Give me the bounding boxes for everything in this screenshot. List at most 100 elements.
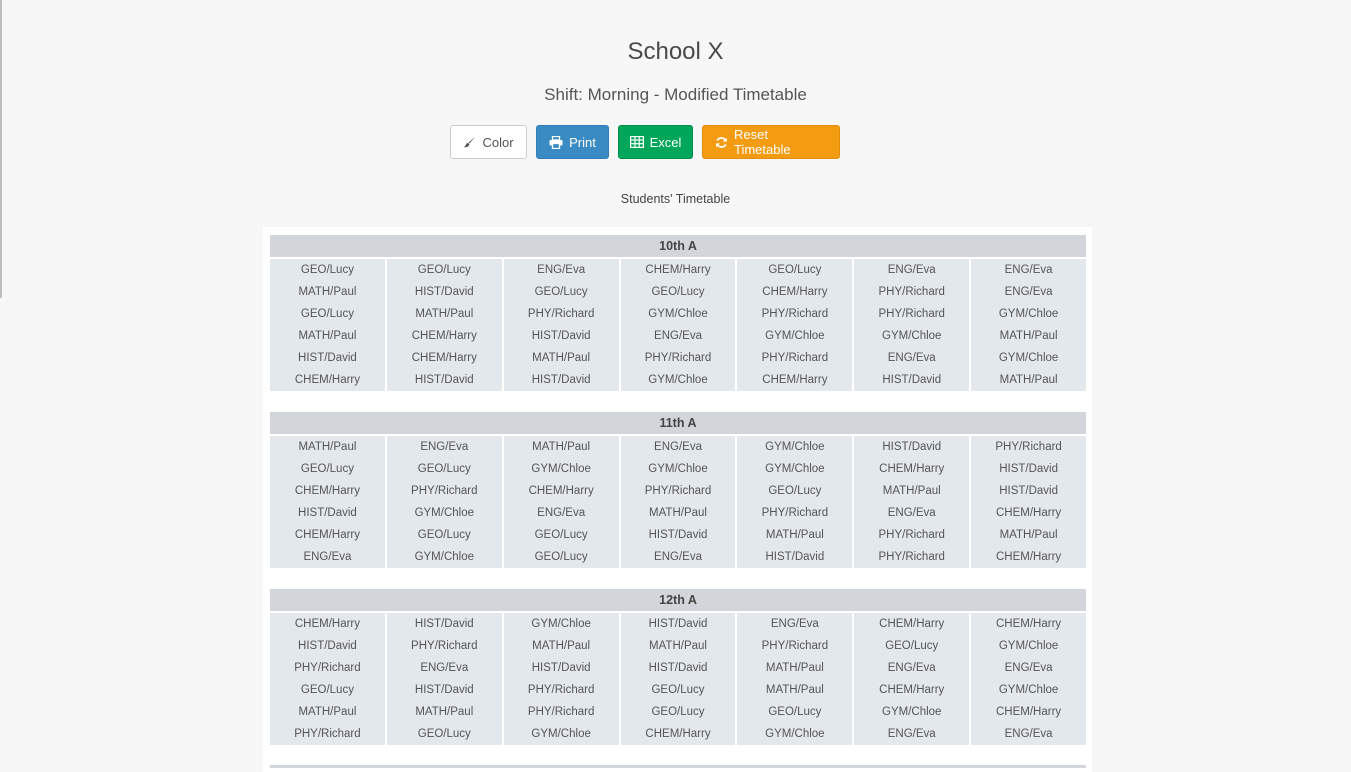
- timetable-cell[interactable]: ENG/Eva: [504, 259, 619, 281]
- timetable-cell[interactable]: HIST/David: [387, 613, 502, 635]
- timetable-cell[interactable]: GYM/Chloe: [504, 458, 619, 480]
- timetable-cell[interactable]: GEO/Lucy: [621, 679, 736, 701]
- timetable-cell[interactable]: MATH/Paul: [621, 502, 736, 524]
- timetable-cell[interactable]: GYM/Chloe: [621, 303, 736, 325]
- timetable-cell[interactable]: GYM/Chloe: [504, 613, 619, 635]
- timetable-cell[interactable]: PHY/Richard: [621, 480, 736, 502]
- timetable-cell[interactable]: CHEM/Harry: [854, 679, 969, 701]
- timetable-cell[interactable]: GYM/Chloe: [854, 701, 969, 723]
- timetable-cell[interactable]: CHEM/Harry: [270, 369, 385, 391]
- timetable-cell[interactable]: GYM/Chloe: [971, 679, 1086, 701]
- timetable-cell[interactable]: GEO/Lucy: [737, 259, 852, 281]
- timetable-cell[interactable]: ENG/Eva: [504, 502, 619, 524]
- reset-timetable-button[interactable]: Reset Timetable: [702, 125, 840, 159]
- timetable-cell[interactable]: ENG/Eva: [621, 325, 736, 347]
- timetable-cell[interactable]: ENG/Eva: [971, 259, 1086, 281]
- timetable-cell[interactable]: GEO/Lucy: [504, 546, 619, 568]
- timetable-cell[interactable]: CHEM/Harry: [621, 723, 736, 745]
- timetable-cell[interactable]: GYM/Chloe: [387, 546, 502, 568]
- timetable-cell[interactable]: CHEM/Harry: [854, 613, 969, 635]
- timetable-cell[interactable]: ENG/Eva: [971, 657, 1086, 679]
- timetable-cell[interactable]: HIST/David: [270, 347, 385, 369]
- timetable-cell[interactable]: MATH/Paul: [737, 679, 852, 701]
- timetable-cell[interactable]: CHEM/Harry: [854, 458, 969, 480]
- timetable-cell[interactable]: GYM/Chloe: [621, 458, 736, 480]
- timetable-cell[interactable]: HIST/David: [854, 369, 969, 391]
- timetable-cell[interactable]: ENG/Eva: [737, 613, 852, 635]
- timetable-cell[interactable]: PHY/Richard: [387, 480, 502, 502]
- timetable-cell[interactable]: HIST/David: [504, 369, 619, 391]
- timetable-cell[interactable]: ENG/Eva: [621, 546, 736, 568]
- timetable-cell[interactable]: CHEM/Harry: [621, 259, 736, 281]
- timetable-cell[interactable]: PHY/Richard: [854, 546, 969, 568]
- timetable-cell[interactable]: CHEM/Harry: [270, 524, 385, 546]
- timetable-cell[interactable]: HIST/David: [621, 524, 736, 546]
- timetable-cell[interactable]: PHY/Richard: [737, 347, 852, 369]
- timetable-cell[interactable]: GEO/Lucy: [387, 723, 502, 745]
- timetable-cell[interactable]: CHEM/Harry: [504, 480, 619, 502]
- timetable-cell[interactable]: CHEM/Harry: [971, 613, 1086, 635]
- timetable-cell[interactable]: GYM/Chloe: [971, 635, 1086, 657]
- timetable-cell[interactable]: HIST/David: [854, 436, 969, 458]
- timetable-cell[interactable]: GYM/Chloe: [737, 325, 852, 347]
- timetable-cell[interactable]: MATH/Paul: [270, 325, 385, 347]
- timetable-cell[interactable]: GEO/Lucy: [504, 281, 619, 303]
- timetable-cell[interactable]: MATH/Paul: [504, 347, 619, 369]
- timetable-cell[interactable]: HIST/David: [270, 502, 385, 524]
- timetable-cell[interactable]: GEO/Lucy: [270, 303, 385, 325]
- timetable-cell[interactable]: ENG/Eva: [854, 259, 969, 281]
- timetable-cell[interactable]: GEO/Lucy: [621, 701, 736, 723]
- timetable-cell[interactable]: GYM/Chloe: [971, 303, 1086, 325]
- timetable-cell[interactable]: ENG/Eva: [971, 723, 1086, 745]
- timetable-cell[interactable]: CHEM/Harry: [387, 325, 502, 347]
- timetable-cell[interactable]: MATH/Paul: [387, 303, 502, 325]
- timetable-cell[interactable]: ENG/Eva: [387, 657, 502, 679]
- timetable-cell[interactable]: HIST/David: [504, 657, 619, 679]
- timetable-cell[interactable]: PHY/Richard: [737, 303, 852, 325]
- color-button[interactable]: Color: [450, 125, 527, 159]
- timetable-cell[interactable]: MATH/Paul: [387, 701, 502, 723]
- timetable-cell[interactable]: MATH/Paul: [270, 701, 385, 723]
- timetable-cell[interactable]: ENG/Eva: [854, 657, 969, 679]
- timetable-cell[interactable]: HIST/David: [621, 657, 736, 679]
- timetable-cell[interactable]: ENG/Eva: [854, 723, 969, 745]
- timetable-cell[interactable]: PHY/Richard: [854, 303, 969, 325]
- timetable-cell[interactable]: MATH/Paul: [270, 281, 385, 303]
- timetable-cell[interactable]: HIST/David: [387, 281, 502, 303]
- timetable-cell[interactable]: GEO/Lucy: [387, 524, 502, 546]
- timetable-cell[interactable]: CHEM/Harry: [737, 281, 852, 303]
- print-button[interactable]: Print: [536, 125, 609, 159]
- timetable-cell[interactable]: GEO/Lucy: [737, 480, 852, 502]
- timetable-cell[interactable]: HIST/David: [737, 546, 852, 568]
- timetable-cell[interactable]: PHY/Richard: [387, 635, 502, 657]
- timetable-cell[interactable]: PHY/Richard: [270, 657, 385, 679]
- timetable-cell[interactable]: ENG/Eva: [854, 502, 969, 524]
- timetable-cell[interactable]: GYM/Chloe: [971, 347, 1086, 369]
- timetable-cell[interactable]: HIST/David: [971, 480, 1086, 502]
- timetable-cell[interactable]: PHY/Richard: [737, 502, 852, 524]
- timetable-cell[interactable]: ENG/Eva: [621, 436, 736, 458]
- timetable-cell[interactable]: GEO/Lucy: [270, 259, 385, 281]
- timetable-cell[interactable]: CHEM/Harry: [971, 546, 1086, 568]
- timetable-cell[interactable]: ENG/Eva: [387, 436, 502, 458]
- timetable-cell[interactable]: ENG/Eva: [270, 546, 385, 568]
- timetable-cell[interactable]: PHY/Richard: [504, 679, 619, 701]
- timetable-cell[interactable]: CHEM/Harry: [270, 480, 385, 502]
- timetable-cell[interactable]: MATH/Paul: [504, 635, 619, 657]
- timetable-cell[interactable]: GEO/Lucy: [387, 458, 502, 480]
- timetable-cell[interactable]: GYM/Chloe: [737, 436, 852, 458]
- timetable-cell[interactable]: HIST/David: [387, 369, 502, 391]
- timetable-cell[interactable]: CHEM/Harry: [387, 347, 502, 369]
- timetable-cell[interactable]: MATH/Paul: [971, 524, 1086, 546]
- timetable-cell[interactable]: CHEM/Harry: [270, 613, 385, 635]
- timetable-cell[interactable]: HIST/David: [387, 679, 502, 701]
- timetable-cell[interactable]: MATH/Paul: [504, 436, 619, 458]
- timetable-cell[interactable]: PHY/Richard: [504, 701, 619, 723]
- timetable-cell[interactable]: CHEM/Harry: [737, 369, 852, 391]
- timetable-cell[interactable]: GYM/Chloe: [737, 458, 852, 480]
- timetable-cell[interactable]: CHEM/Harry: [971, 502, 1086, 524]
- timetable-cell[interactable]: HIST/David: [270, 635, 385, 657]
- timetable-cell[interactable]: HIST/David: [971, 458, 1086, 480]
- timetable-cell[interactable]: GEO/Lucy: [387, 259, 502, 281]
- timetable-cell[interactable]: HIST/David: [504, 325, 619, 347]
